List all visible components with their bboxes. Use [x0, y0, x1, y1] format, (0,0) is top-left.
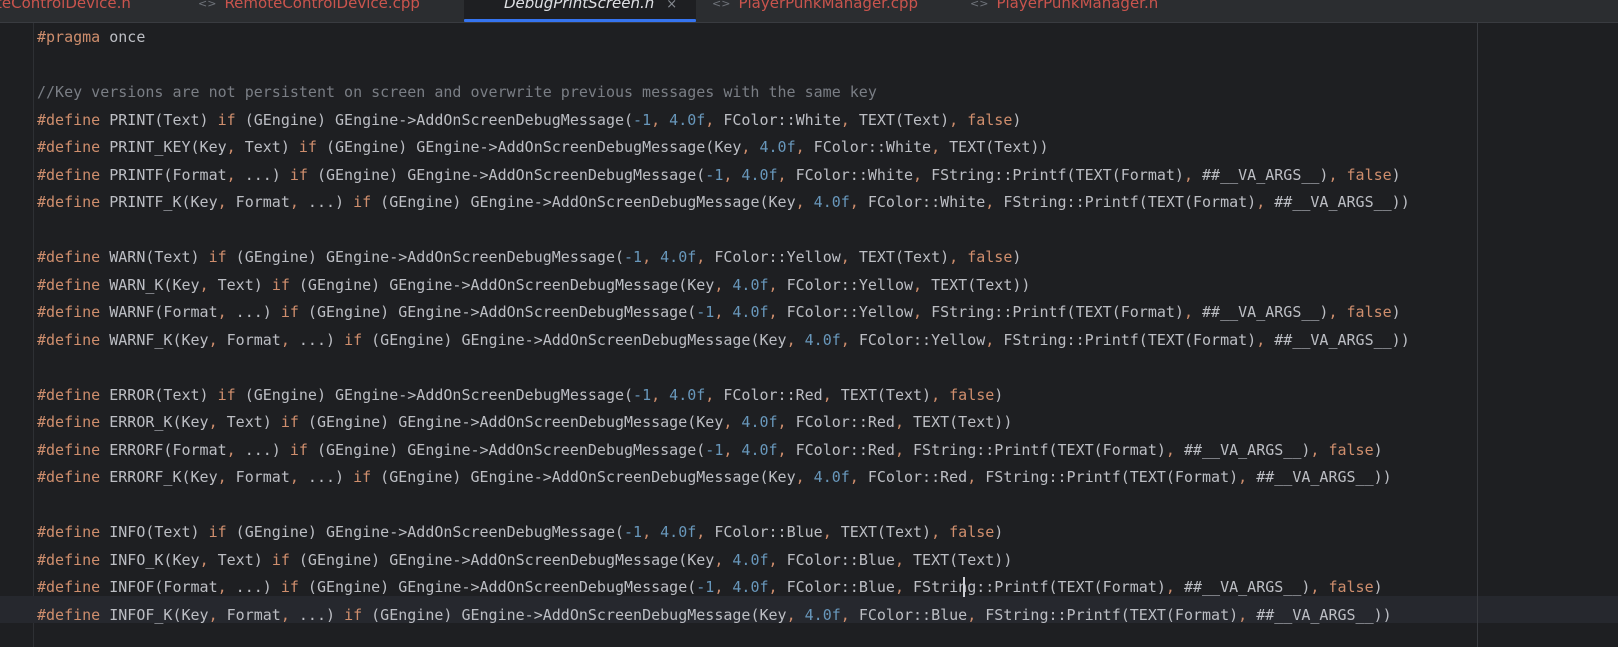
- code-line: #define ERRORF(Format, ...) if (GEngine)…: [37, 440, 1383, 459]
- tab-label: RemoteControlDevice.cpp: [224, 0, 420, 12]
- code-line: #pragma once: [37, 28, 146, 46]
- tab-debug-print-screen-h[interactable]: DebugPrintScreen.h ×: [464, 0, 696, 21]
- tab-player-punk-manager-cpp[interactable]: <> PlayerPunkManager.cpp: [712, 0, 918, 21]
- code-line: #define PRINT(Text) if (GEngine) GEngine…: [37, 110, 1022, 129]
- tab-label: PlayerPunkManager.h: [996, 0, 1159, 12]
- gutter-divider: [33, 23, 34, 647]
- code-line: #define PRINTF(Format, ...) if (GEngine)…: [37, 165, 1401, 184]
- code-line: #define PRINT_KEY(Key, Text) if (GEngine…: [37, 138, 1049, 156]
- close-icon[interactable]: ×: [666, 0, 677, 12]
- code-editor[interactable]: #pragma once //Key versions are not pers…: [0, 23, 1618, 647]
- code-line: #define WARNF(Format, ...) if (GEngine) …: [37, 303, 1401, 321]
- code-line: #define PRINTF_K(Key, Format, ...) if (G…: [37, 193, 1410, 211]
- text-caret: [963, 577, 965, 597]
- h-file-icon: <>: [970, 0, 989, 10]
- active-tab-indicator: [464, 19, 696, 22]
- code-line: #define WARN(Text) if (GEngine) GEngine-…: [37, 248, 1022, 266]
- tab-label: DebugPrintScreen.h: [504, 0, 655, 12]
- tab-te-control-device-h[interactable]: teControlDevice.h: [0, 0, 131, 21]
- code-line: #define ERRORF_K(Key, Format, ...) if (G…: [37, 468, 1392, 486]
- code-line: //Key versions are not persistent on scr…: [37, 83, 877, 101]
- code-line: #define INFOF_K(Key, Format, ...) if (GE…: [37, 605, 1392, 624]
- code-line: #define INFOF(Format, ...) if (GEngine) …: [37, 578, 1383, 596]
- right-margin-guide: [1477, 23, 1478, 647]
- code-line: #define ERROR(Text) if (GEngine) GEngine…: [37, 385, 1004, 404]
- editor-tab-bar: teControlDevice.h <> RemoteControlDevice.…: [0, 0, 1618, 23]
- code-content[interactable]: #pragma once //Key versions are not pers…: [37, 24, 1410, 629]
- code-line: #define INFO(Text) if (GEngine) GEngine-…: [37, 523, 1004, 541]
- tab-remote-control-device-cpp[interactable]: <> RemoteControlDevice.cpp: [198, 0, 420, 21]
- code-line: #define WARNF_K(Key, Format, ...) if (GE…: [37, 330, 1410, 349]
- cpp-file-icon: <>: [712, 0, 731, 10]
- cpp-file-icon: <>: [198, 0, 217, 10]
- code-line: #define INFO_K(Key, Text) if (GEngine) G…: [37, 550, 1013, 569]
- tab-label: teControlDevice.h: [0, 0, 131, 12]
- tab-label: PlayerPunkManager.cpp: [738, 0, 919, 12]
- tab-player-punk-manager-h[interactable]: <> PlayerPunkManager.h: [970, 0, 1158, 21]
- code-line: #define WARN_K(Key, Text) if (GEngine) G…: [37, 275, 1031, 294]
- code-line: #define ERROR_K(Key, Text) if (GEngine) …: [37, 413, 1013, 431]
